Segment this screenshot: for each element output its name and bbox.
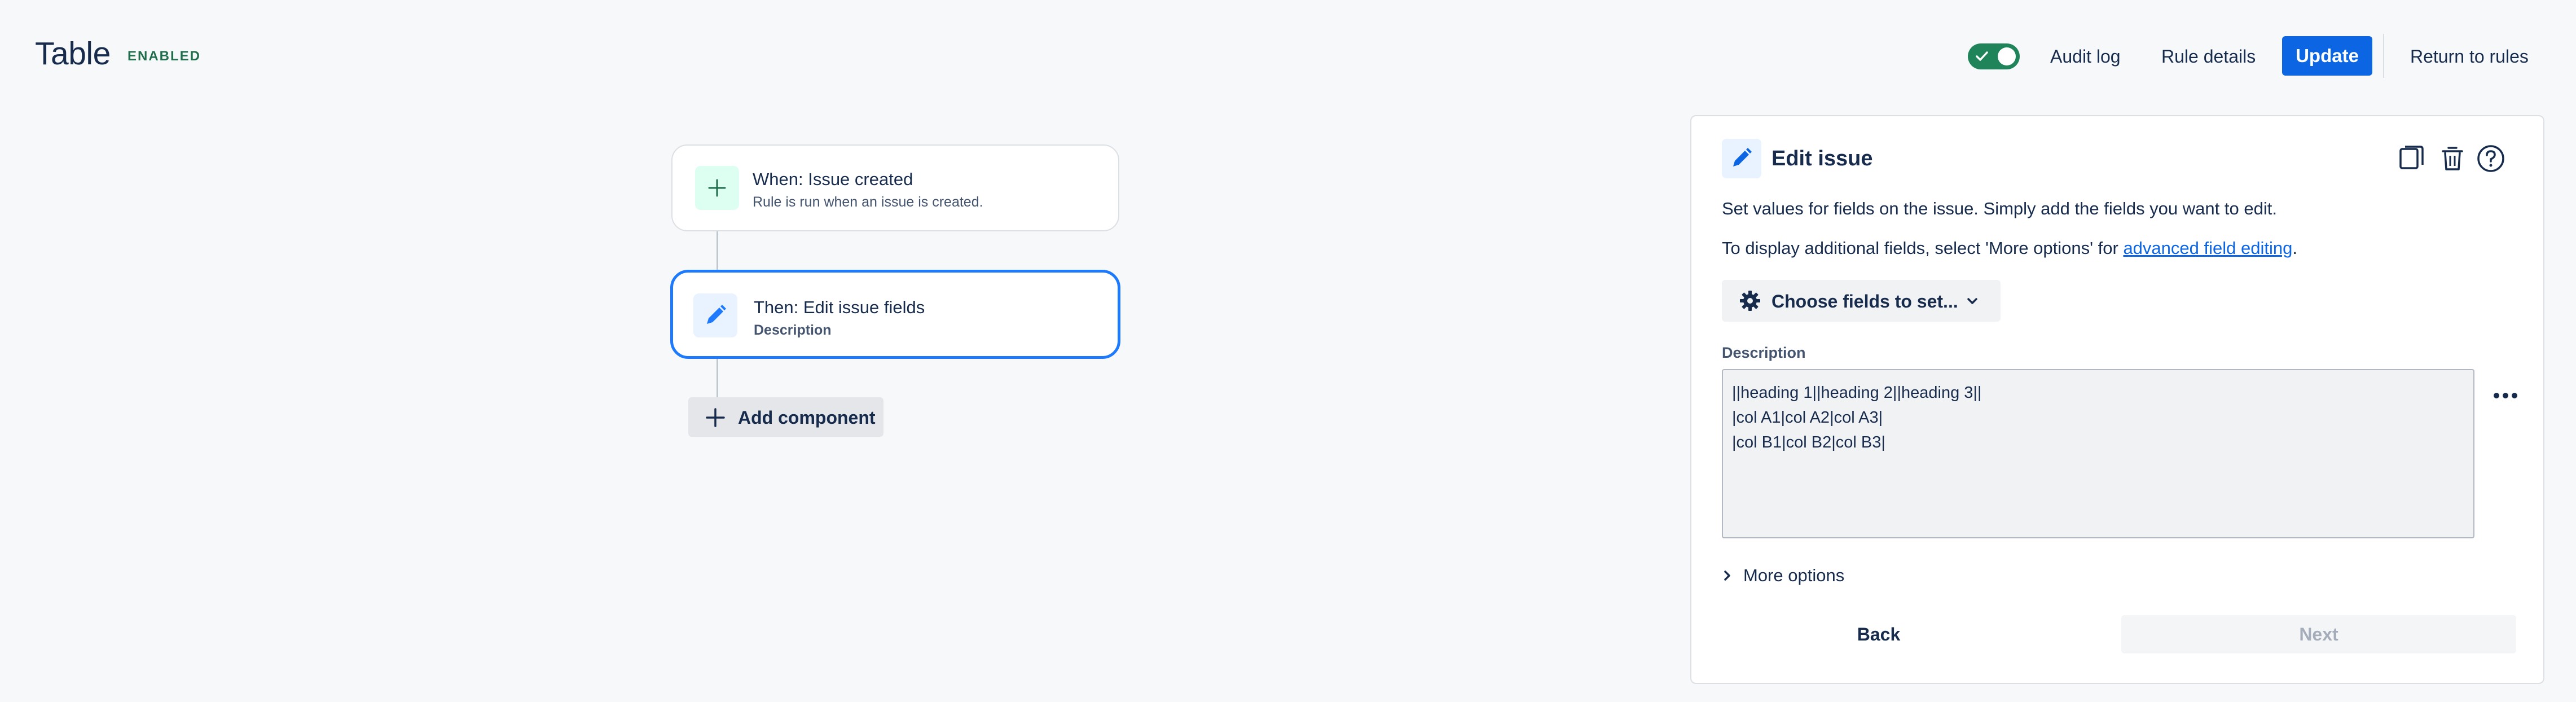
choose-fields-label: Choose fields to set...	[1771, 291, 1958, 311]
pencil-icon	[693, 293, 737, 337]
update-button[interactable]: Update	[2282, 36, 2372, 76]
trigger-subtitle: Rule is run when an issue is created.	[753, 194, 983, 210]
pencil-icon	[1722, 139, 1761, 178]
trash-icon[interactable]	[2437, 143, 2468, 177]
plus-icon	[695, 166, 739, 210]
panel-help-text: To display additional fields, select 'Mo…	[1722, 238, 2297, 258]
action-card[interactable]: Then: Edit issue fields Description	[670, 270, 1120, 359]
add-component-label: Add component	[738, 407, 876, 428]
page-title: Table	[35, 36, 111, 72]
check-icon	[1976, 51, 1988, 61]
chevron-down-icon	[1967, 298, 1977, 304]
toggle-knob	[1998, 47, 2016, 65]
add-component-button[interactable]: Add component	[688, 397, 883, 437]
panel-intro-text: Set values for fields on the issue. Simp…	[1722, 199, 2277, 218]
next-button[interactable]: Next	[2121, 615, 2516, 653]
back-button[interactable]: Back	[1828, 615, 1929, 653]
choose-fields-dropdown[interactable]: Choose fields to set...	[1722, 280, 2001, 322]
description-label: Description	[1722, 344, 1806, 361]
more-actions-icon[interactable]	[2493, 392, 2518, 402]
rule-enabled-toggle[interactable]	[1968, 43, 2020, 69]
rule-details-button[interactable]: Rule details	[2159, 42, 2258, 71]
advanced-field-editing-link[interactable]: advanced field editing	[2123, 238, 2292, 258]
chevron-right-icon	[1724, 571, 1730, 581]
action-subtitle: Description	[754, 322, 832, 338]
audit-log-button[interactable]: Audit log	[2048, 42, 2123, 71]
description-field[interactable]: ||heading 1||heading 2||heading 3|| |col…	[1722, 369, 2474, 538]
flow-connector	[716, 231, 718, 270]
header-divider	[2383, 34, 2384, 78]
copy-icon[interactable]	[2397, 143, 2427, 177]
panel-title: Edit issue	[1771, 147, 1873, 170]
plus-icon	[706, 408, 725, 427]
action-title: Then: Edit issue fields	[754, 297, 925, 317]
trigger-card[interactable]: When: Issue created Rule is run when an …	[671, 144, 1119, 231]
more-options-label: More options	[1743, 565, 1845, 585]
edit-issue-panel: Edit issue Set values for fields on the …	[1690, 115, 2544, 684]
trigger-title: When: Issue created	[753, 169, 913, 189]
gear-icon	[1740, 291, 1760, 311]
flow-connector	[716, 359, 718, 397]
return-to-rules-button[interactable]: Return to rules	[2408, 42, 2531, 71]
help-icon[interactable]	[2476, 143, 2506, 177]
status-badge: ENABLED	[128, 49, 201, 64]
